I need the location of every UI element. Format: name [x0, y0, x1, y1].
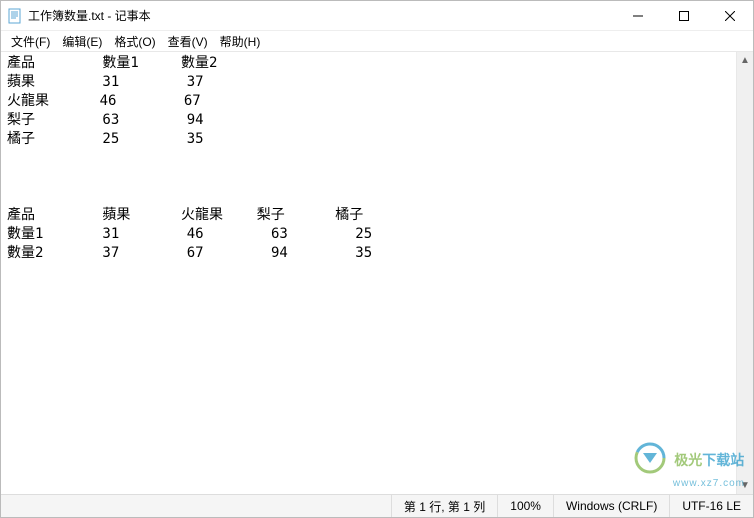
maximize-button[interactable] [661, 1, 707, 30]
scroll-down-icon[interactable]: ▼ [737, 477, 753, 494]
menu-view[interactable]: 查看(V) [162, 31, 214, 52]
statusbar: 第 1 行, 第 1 列 100% Windows (CRLF) UTF-16 … [1, 494, 753, 517]
status-zoom: 100% [497, 495, 553, 517]
menu-edit[interactable]: 编辑(E) [56, 31, 108, 52]
status-encoding: UTF-16 LE [669, 495, 753, 517]
scroll-up-icon[interactable]: ▲ [737, 52, 753, 69]
minimize-button[interactable] [615, 1, 661, 30]
close-button[interactable] [707, 1, 753, 30]
window-controls [615, 1, 753, 30]
menu-help[interactable]: 帮助(H) [214, 31, 267, 52]
window-title: 工作簿数量.txt - 记事本 [28, 7, 615, 24]
text-area[interactable]: 產品 數量1 數量2 蘋果 31 37 火龍果 46 67 梨子 63 94 橘… [1, 52, 753, 494]
scrollbar-vertical[interactable]: ▲ ▼ [736, 52, 753, 494]
status-lineend: Windows (CRLF) [553, 495, 669, 517]
menu-file[interactable]: 文件(F) [5, 31, 56, 52]
titlebar: 工作簿数量.txt - 记事本 [1, 1, 753, 31]
status-position: 第 1 行, 第 1 列 [391, 495, 497, 517]
notepad-icon [7, 8, 23, 24]
menu-format[interactable]: 格式(O) [108, 31, 161, 52]
menubar: 文件(F) 编辑(E) 格式(O) 查看(V) 帮助(H) [1, 31, 753, 52]
